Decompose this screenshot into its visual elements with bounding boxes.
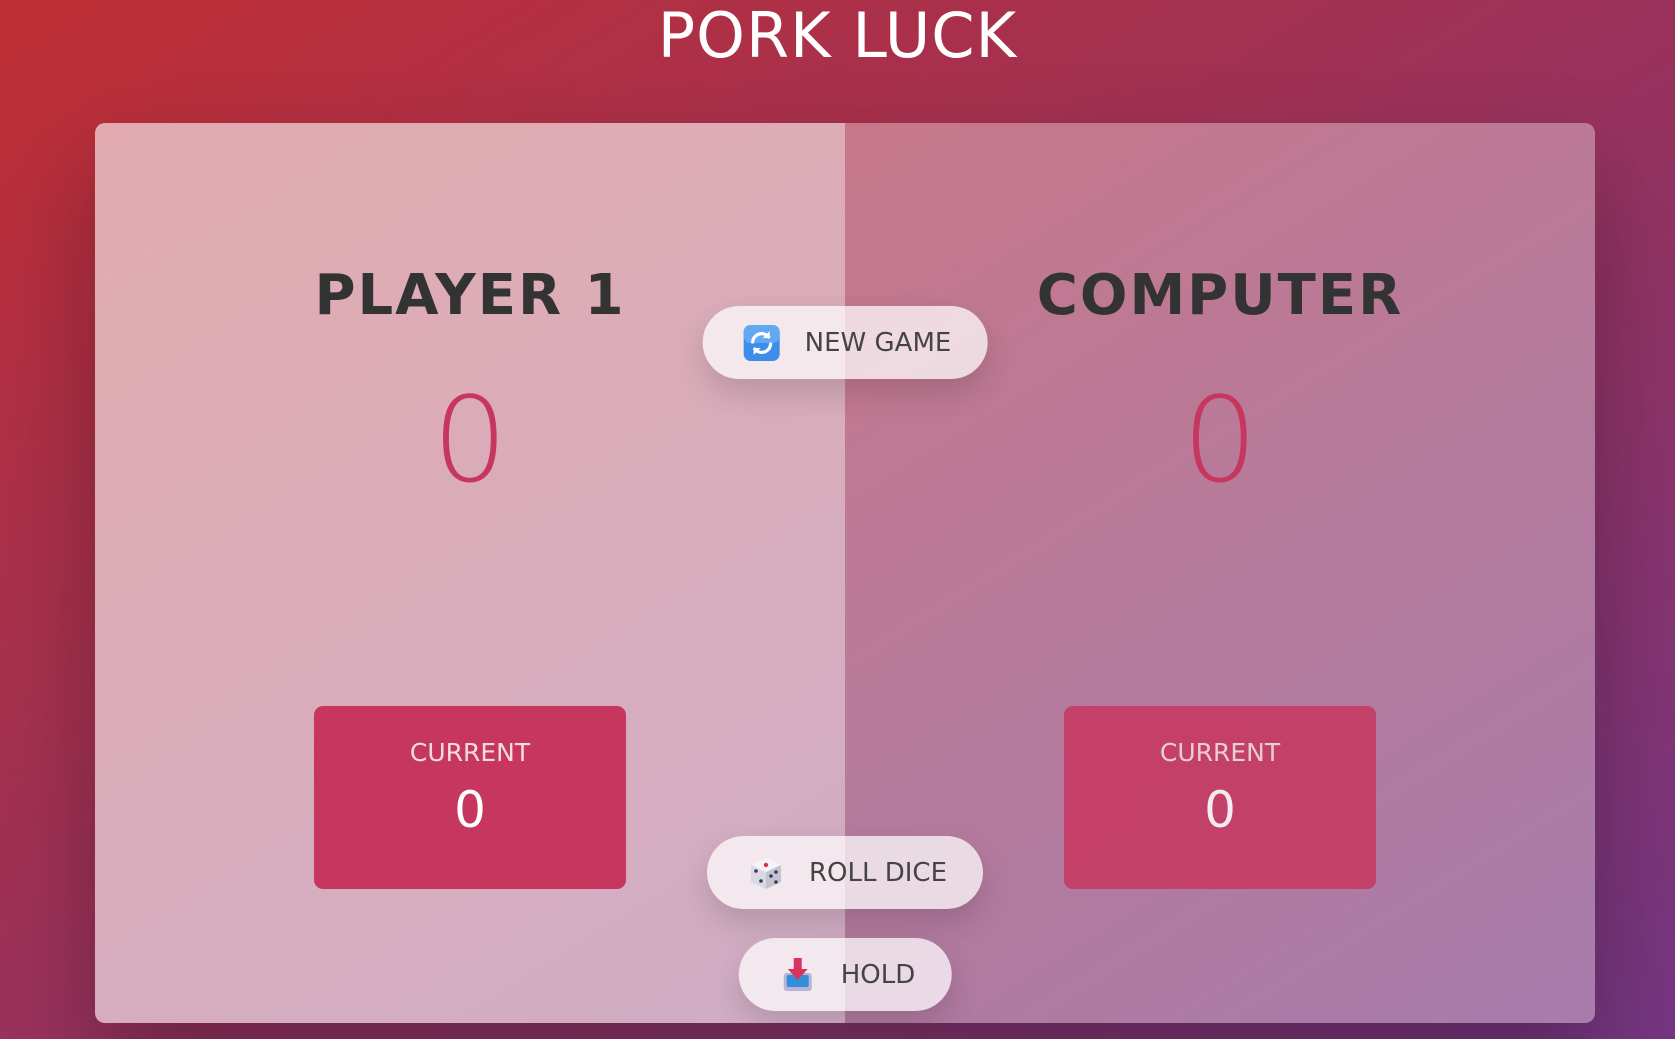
refresh-icon [743, 324, 781, 362]
dice-icon [747, 854, 785, 892]
player-1-current-label: CURRENT [409, 738, 531, 767]
computer-current-score: 0 [1204, 781, 1236, 839]
computer-current-box: CURRENT 0 [1064, 706, 1376, 889]
player-1-score: 0 [432, 371, 508, 509]
game-board: PLAYER 1 0 CURRENT 0 COMPUTER 0 CURRENT … [95, 123, 1595, 1023]
roll-dice-button[interactable]: ROLL DICE [706, 836, 984, 909]
inbox-tray-icon [779, 956, 817, 994]
new-game-label: NEW GAME [804, 327, 952, 358]
player-1-current-score: 0 [454, 781, 486, 839]
hold-label: HOLD [840, 959, 916, 990]
computer-current-label: CURRENT [1159, 738, 1281, 767]
new-game-button[interactable]: NEW GAME [702, 306, 988, 379]
player-1-current-box: CURRENT 0 [314, 706, 626, 889]
roll-dice-label: ROLL DICE [808, 857, 948, 888]
hold-button[interactable]: HOLD [738, 938, 952, 1011]
computer-score: 0 [1182, 371, 1258, 509]
game-title: PORK LUCK [657, 0, 1018, 72]
